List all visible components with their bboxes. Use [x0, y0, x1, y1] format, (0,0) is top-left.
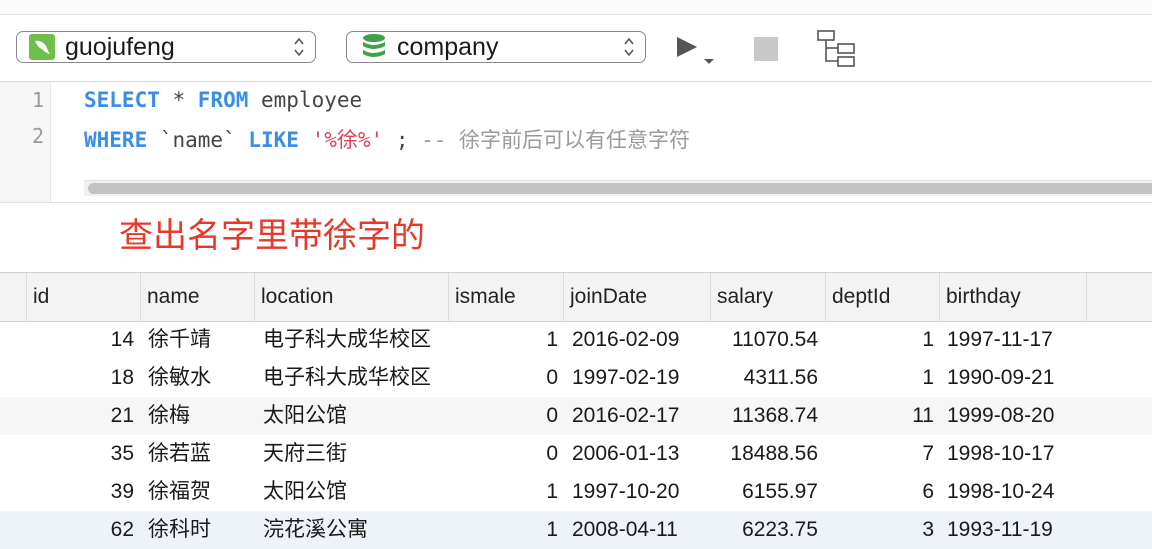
- cell-joindate[interactable]: 2008-04-11: [572, 511, 678, 549]
- table-row[interactable]: 35 徐若蓝 天府三街 0 2006-01-13 18488.56 7 1998…: [0, 435, 1152, 473]
- cell-salary[interactable]: 11368.74: [712, 397, 818, 435]
- result-grid-header: id name location ismale joinDate salary …: [0, 272, 1152, 322]
- play-icon[interactable]: [674, 33, 718, 69]
- cell-birthday[interactable]: 1998-10-24: [947, 473, 1054, 511]
- code-line-1[interactable]: SELECT * FROM employee: [84, 88, 362, 112]
- cell-salary[interactable]: 18488.56: [712, 435, 818, 473]
- connection-select[interactable]: guojufeng: [16, 31, 316, 63]
- cell-birthday[interactable]: 1990-09-21: [947, 359, 1054, 397]
- sql-keyword: SELECT: [84, 88, 160, 112]
- cell-joindate[interactable]: 1997-10-20: [572, 473, 679, 511]
- connection-name: guojufeng: [65, 32, 175, 61]
- column-header-salary[interactable]: salary: [711, 273, 826, 321]
- column-header-name[interactable]: name: [141, 273, 255, 321]
- database-select[interactable]: company: [346, 31, 646, 63]
- cell-name[interactable]: 徐福贺: [148, 473, 211, 511]
- column-header-deptid[interactable]: deptId: [826, 273, 940, 321]
- line-number-gutter: 1 2: [0, 82, 51, 202]
- cell-name[interactable]: 徐敏水: [148, 359, 211, 397]
- sql-field: `name`: [147, 128, 249, 152]
- cell-ismale[interactable]: 1: [480, 321, 558, 359]
- cell-birthday[interactable]: 1998-10-17: [947, 435, 1054, 473]
- database-icon: [363, 34, 385, 57]
- stop-icon[interactable]: [752, 35, 780, 63]
- cell-salary[interactable]: 6223.75: [712, 511, 818, 549]
- table-row[interactable]: 62 徐科时 浣花溪公寓 1 2008-04-11 6223.75 3 1993…: [0, 511, 1152, 549]
- window-top-strip: [0, 0, 1152, 15]
- column-header-birthday[interactable]: birthday: [940, 273, 1087, 321]
- sql-editor[interactable]: 1 2 SELECT * FROM employee WHERE `name` …: [0, 82, 1152, 202]
- database-name: company: [397, 32, 499, 61]
- cell-ismale[interactable]: 0: [480, 435, 558, 473]
- query-toolbar: guojufeng company: [0, 15, 1152, 82]
- select-updown-icon: [294, 37, 304, 57]
- table-row[interactable]: 21 徐梅 太阳公馆 0 2016-02-17 11368.74 11 1999…: [0, 397, 1152, 435]
- tree-structure-icon[interactable]: [816, 29, 856, 69]
- cell-deptid[interactable]: 1: [840, 359, 934, 397]
- cell-id[interactable]: 39: [60, 473, 134, 511]
- column-header-joindate[interactable]: joinDate: [564, 273, 711, 321]
- cell-name[interactable]: 徐梅: [148, 397, 190, 435]
- cell-joindate[interactable]: 2006-01-13: [572, 435, 679, 473]
- cell-ismale[interactable]: 0: [480, 397, 558, 435]
- cell-salary[interactable]: 6155.97: [712, 473, 818, 511]
- cell-joindate[interactable]: 2016-02-17: [572, 397, 679, 435]
- cell-name[interactable]: 徐千靖: [148, 321, 211, 359]
- cell-deptid[interactable]: 6: [840, 473, 934, 511]
- cell-birthday[interactable]: 1993-11-19: [947, 511, 1053, 549]
- sql-table-name: employee: [248, 88, 363, 112]
- cell-birthday[interactable]: 1999-08-20: [947, 397, 1054, 435]
- column-header-ismale[interactable]: ismale: [449, 273, 564, 321]
- cell-name[interactable]: 徐若蓝: [148, 435, 211, 473]
- cell-deptid[interactable]: 7: [840, 435, 934, 473]
- cell-ismale[interactable]: 0: [480, 359, 558, 397]
- sql-keyword: LIKE: [248, 128, 299, 152]
- red-annotation-text: 查出名字里带徐字的: [119, 216, 425, 256]
- cell-joindate[interactable]: 1997-02-19: [572, 359, 679, 397]
- dolphin-connection-icon: [29, 34, 55, 60]
- sql-keyword: FROM: [197, 88, 249, 112]
- cell-deptid[interactable]: 11: [840, 397, 934, 435]
- cell-name[interactable]: 徐科时: [148, 511, 211, 549]
- table-row[interactable]: 18 徐敏水 电子科大成华校区 0 1997-02-19 4311.56 1 1…: [0, 359, 1152, 397]
- cell-id[interactable]: 14: [60, 321, 134, 359]
- select-updown-icon: [624, 37, 634, 57]
- cell-id[interactable]: 21: [60, 397, 134, 435]
- cell-ismale[interactable]: 1: [480, 511, 558, 549]
- code-line-2[interactable]: WHERE `name` LIKE '%徐%' ; -- 徐字前后可以有任意字符: [84, 124, 690, 154]
- sql-space: [299, 128, 312, 152]
- sql-semicolon: ;: [383, 128, 422, 152]
- editor-divider: [0, 202, 1152, 203]
- cell-salary[interactable]: 4311.56: [712, 359, 818, 397]
- cell-deptid[interactable]: 1: [840, 321, 934, 359]
- cell-location[interactable]: 太阳公馆: [263, 473, 347, 511]
- cell-location[interactable]: 电子科大成华校区: [263, 321, 431, 359]
- cell-id[interactable]: 18: [60, 359, 134, 397]
- cell-salary[interactable]: 11070.54: [712, 321, 818, 359]
- sql-operator: *: [159, 88, 198, 112]
- cell-location[interactable]: 浣花溪公寓: [263, 511, 368, 549]
- editor-horizontal-scrollbar[interactable]: [84, 180, 1152, 196]
- row-marker-header: [0, 273, 27, 321]
- column-header-location[interactable]: location: [255, 273, 449, 321]
- result-grid-body: 14 徐千靖 电子科大成华校区 1 2016-02-09 11070.54 1 …: [0, 321, 1152, 549]
- column-header-id[interactable]: id: [27, 273, 141, 321]
- cell-joindate[interactable]: 2016-02-09: [572, 321, 679, 359]
- cell-location[interactable]: 天府三街: [263, 435, 347, 473]
- sql-string: '%徐%': [311, 128, 384, 152]
- line-number: 2: [31, 124, 44, 148]
- cell-birthday[interactable]: 1997-11-17: [947, 321, 1053, 359]
- scrollbar-thumb[interactable]: [88, 183, 1152, 194]
- cell-ismale[interactable]: 1: [480, 473, 558, 511]
- table-row[interactable]: 39 徐福贺 太阳公馆 1 1997-10-20 6155.97 6 1998-…: [0, 473, 1152, 511]
- table-row[interactable]: 14 徐千靖 电子科大成华校区 1 2016-02-09 11070.54 1 …: [0, 321, 1152, 359]
- sql-comment: -- 徐字前后可以有任意字符: [421, 128, 691, 152]
- line-number: 1: [31, 88, 44, 112]
- cell-location[interactable]: 太阳公馆: [263, 397, 347, 435]
- cell-id[interactable]: 35: [60, 435, 134, 473]
- cell-deptid[interactable]: 3: [840, 511, 934, 549]
- cell-location[interactable]: 电子科大成华校区: [263, 359, 431, 397]
- sql-keyword: WHERE: [84, 128, 148, 152]
- cell-id[interactable]: 62: [60, 511, 134, 549]
